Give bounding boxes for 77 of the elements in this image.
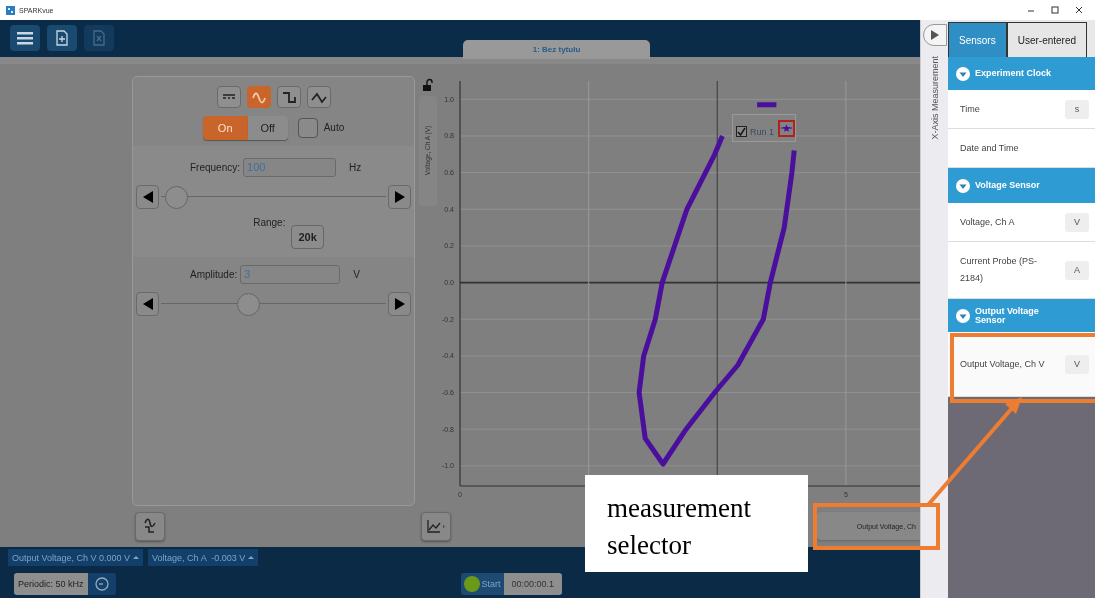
off-button[interactable]: Off	[247, 115, 288, 140]
graph-tools-icon	[426, 518, 446, 535]
sampling-mode-button[interactable]	[87, 572, 116, 595]
live-readout[interactable]: Voltage, Ch A -0.003 V	[148, 549, 259, 567]
live-readout[interactable]: Output Voltage, Ch V 0.000 V	[8, 549, 144, 567]
measurement-row[interactable]: Current Probe (PS-2184) A	[948, 242, 1095, 299]
legend-checkbox[interactable]	[736, 125, 747, 137]
timer-icon	[93, 575, 110, 592]
auto-checkbox[interactable]	[297, 117, 318, 138]
slider-track[interactable]	[161, 291, 386, 316]
unit-button[interactable]: s	[1065, 99, 1089, 119]
maximize-icon	[1051, 6, 1059, 14]
frequency-unit: Hz	[349, 161, 362, 173]
collapse-icon	[956, 66, 970, 81]
on-button[interactable]: On	[202, 115, 248, 140]
waveform-button[interactable]	[276, 85, 301, 108]
page-tab[interactable]: 1: Bez tytułu	[463, 40, 650, 59]
sampling-button[interactable]: Periodic: 50 kHz	[14, 572, 88, 595]
menu-icon	[17, 30, 33, 46]
caret-icon	[133, 555, 140, 561]
waveform-button[interactable]	[216, 85, 241, 108]
increase-button[interactable]	[388, 291, 411, 316]
annotation-callout: measurement selector	[585, 475, 808, 572]
x-axis-panel-title: X-Axis Measurement	[929, 56, 940, 140]
toolbar-button[interactable]	[10, 25, 40, 51]
waveform-button[interactable]	[246, 85, 271, 108]
toolbar-button[interactable]	[47, 25, 77, 51]
slider-track[interactable]	[161, 184, 386, 209]
dc-wave-icon	[222, 94, 235, 100]
elapsed-time: 00:00:00.1	[503, 572, 563, 595]
start-button[interactable]: Start	[460, 572, 504, 595]
close-icon	[1075, 6, 1083, 14]
sensor-group-header[interactable]: Experiment Clock	[948, 57, 1095, 90]
measurement-row[interactable]: Output Voltage, Ch V V	[948, 332, 1095, 397]
unlocked-icon[interactable]	[421, 77, 434, 92]
marker-button[interactable]	[778, 119, 796, 137]
amplitude-label: Amplitude:	[190, 268, 238, 280]
check-icon	[737, 126, 746, 136]
amplitude-unit: V	[353, 268, 360, 280]
slider-thumb[interactable]	[165, 185, 189, 209]
panel-tab[interactable]: User-entered	[1006, 22, 1088, 57]
collapse-icon	[956, 178, 970, 193]
delete-page-icon	[91, 30, 107, 46]
measurement-name: Voltage, Ch A	[960, 215, 1016, 229]
slider-thumb[interactable]	[236, 292, 260, 316]
decrease-button[interactable]	[136, 291, 159, 316]
measurement-name: Date and Time	[960, 141, 1020, 155]
collapse-icon	[956, 308, 970, 323]
frequency-label: Frequency:	[190, 161, 241, 173]
range-button[interactable]: 20k	[291, 224, 324, 249]
range-label: Range:	[253, 216, 286, 228]
decrease-button[interactable]	[136, 184, 159, 209]
measurement-name: Time	[960, 102, 981, 116]
sensor-group-header[interactable]: Voltage Sensor	[948, 168, 1095, 203]
sensor-group-header[interactable]: Output Voltage Sensor	[948, 299, 1095, 332]
caret-icon	[248, 555, 255, 561]
signal-generator-button[interactable]	[135, 511, 165, 541]
increase-button[interactable]	[388, 184, 411, 209]
app-logo-icon	[6, 5, 15, 15]
expand-button[interactable]	[922, 24, 947, 46]
measurement-row[interactable]: Date and Time	[948, 129, 1095, 168]
measurement-row[interactable]: Voltage, Ch A V	[948, 203, 1095, 242]
waveform-icon	[142, 517, 158, 536]
unit-button[interactable]: V	[1065, 354, 1089, 374]
legend-label: Run 1	[750, 126, 775, 137]
graph-tools-button[interactable]	[421, 511, 451, 541]
measurement-row[interactable]: Time s	[948, 90, 1095, 129]
star-marker-icon	[780, 122, 794, 135]
unit-button[interactable]: V	[1065, 212, 1089, 232]
measurement-name: Output Voltage, Ch V	[960, 357, 1046, 371]
panel-tab[interactable]: Sensors	[948, 22, 1007, 57]
add-page-icon	[54, 30, 70, 46]
play-icon	[928, 29, 941, 41]
unit-button[interactable]: A	[1065, 260, 1089, 280]
waveform-button[interactable]	[306, 85, 331, 108]
measurement-name: Current Probe (PS-2184)	[960, 255, 1039, 285]
auto-label: Auto	[323, 122, 345, 134]
